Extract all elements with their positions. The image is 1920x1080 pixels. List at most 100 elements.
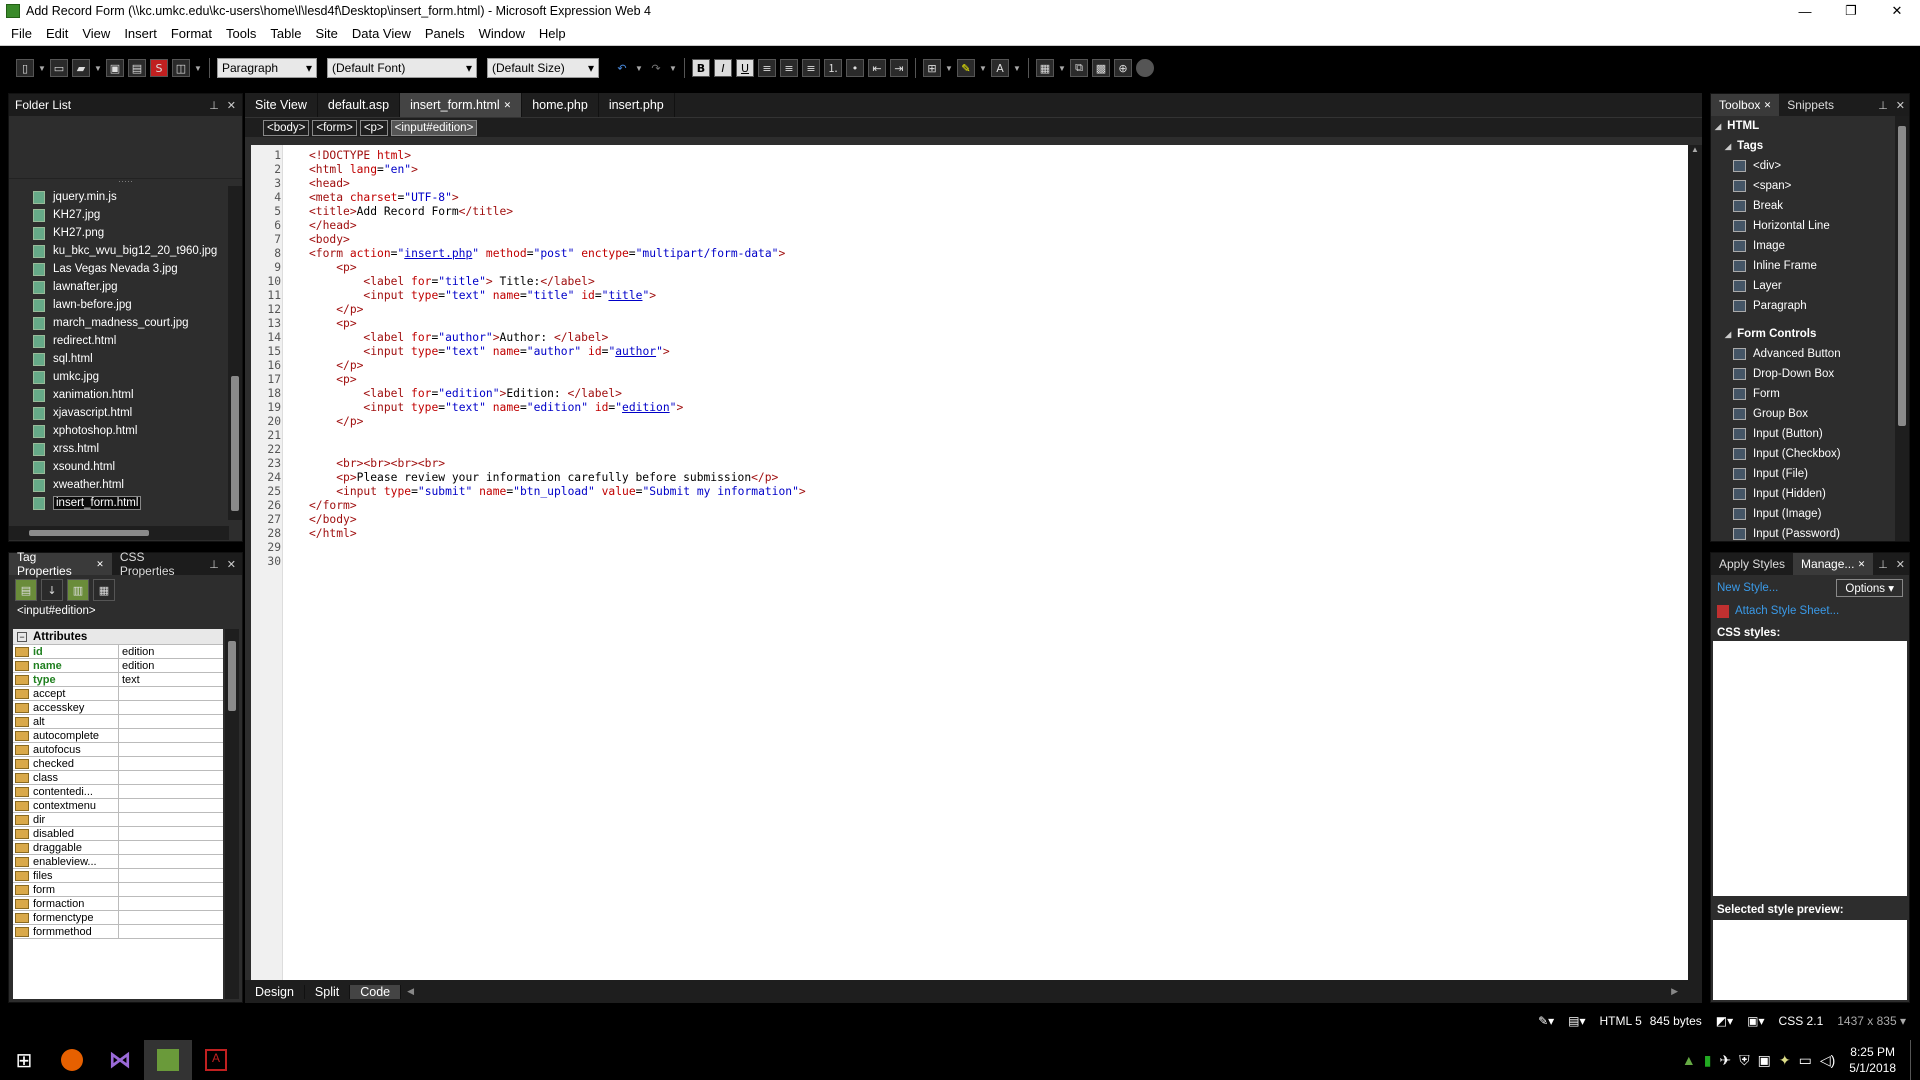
attribute-row[interactable]: formaction [13,896,223,911]
breadcrumb-p[interactable]: <p> [359,119,388,136]
new-page-icon[interactable]: ▯ [16,59,34,77]
doc-tab[interactable]: default.asp [318,93,401,117]
file-item[interactable]: xjavascript.html [9,404,229,422]
increase-indent-icon[interactable]: ⇥ [890,59,908,77]
insert-layer-icon[interactable]: ⧉ [1070,59,1088,77]
undo-icon[interactable]: ↶ [613,59,631,77]
menu-site[interactable]: Site [308,26,344,41]
doctype-status[interactable]: HTML 5 [1600,1014,1642,1028]
file-item[interactable]: sql.html [9,350,229,368]
menu-panels[interactable]: Panels [418,26,472,41]
toolbox-item[interactable]: Paragraph [1711,296,1909,316]
code-line[interactable]: 17 <p> [251,373,1451,387]
attribute-row[interactable]: autofocus [13,742,223,757]
schema-icon[interactable]: ▣▾ [1747,1014,1764,1028]
code-line[interactable]: 21 [251,429,1451,443]
attribute-row[interactable]: draggable [13,840,223,855]
attribute-row[interactable]: type text [13,672,223,687]
file-item[interactable]: xphotoshop.html [9,422,229,440]
menu-window[interactable]: Window [472,26,532,41]
css-styles-list[interactable] [1713,641,1907,896]
breadcrumb-input-edition[interactable]: <input#edition> [390,119,478,136]
file-item[interactable]: Las Vegas Nevada 3.jpg [9,260,229,278]
breadcrumb-body[interactable]: <body> [263,119,310,136]
close-icon[interactable]: ✕ [227,558,236,571]
toolbox-item[interactable]: Image [1711,236,1909,256]
volume-icon[interactable]: ◁) [1820,1052,1835,1069]
code-line[interactable]: 10 <label for="title"> Title:</label> [251,275,1451,289]
code-line[interactable]: 6 </head> [251,219,1451,233]
hscroll-thumb[interactable] [29,530,149,536]
font-color-dropdown-icon[interactable]: ▼ [1013,64,1021,73]
clock[interactable]: 8:25 PM 5/1/2018 [1849,1044,1896,1076]
pin-icon[interactable]: ⊥ [1878,99,1888,112]
size-select[interactable]: (Default Size) ▾ [487,58,599,78]
attach-style-sheet-link[interactable]: Attach Style Sheet... [1735,605,1839,617]
preview-icon[interactable]: ◫ [172,59,190,77]
underline-icon[interactable]: U [736,59,754,77]
code-line[interactable]: 27 </body> [251,513,1451,527]
redo-dropdown-icon[interactable]: ▼ [669,64,677,73]
toolbox-item[interactable]: Input (Checkbox) [1711,444,1909,464]
page-dimensions-status[interactable]: 1437 x 835 ▾ [1837,1014,1906,1028]
attributes-section[interactable]: − Attributes [13,629,223,645]
menu-file[interactable]: File [4,26,39,41]
font-select[interactable]: (Default Font) ▾ [327,58,477,78]
open-folder-icon[interactable]: ▰ [72,59,90,77]
font-color-icon[interactable]: A [991,59,1009,77]
code-line[interactable]: 20 </p> [251,415,1451,429]
scroll-up-icon[interactable]: ▲ [1688,145,1702,154]
options-button[interactable]: Options ▾ [1836,579,1903,597]
doc-tab[interactable]: Site View [245,93,318,117]
network-icon[interactable]: ▭ [1799,1052,1812,1069]
undo-dropdown-icon[interactable]: ▼ [635,64,643,73]
code-line[interactable]: 1 <!DOCTYPE html> [251,149,1451,163]
pin-icon[interactable]: ⊥ [209,99,219,112]
attribute-row[interactable]: alt [13,714,223,729]
scroll-left-icon[interactable]: ◀ [407,986,414,997]
style-application-icon[interactable]: ▤▾ [1568,1014,1585,1028]
attribute-row[interactable]: dir [13,812,223,827]
menu-format[interactable]: Format [164,26,219,41]
toolbox-html-group[interactable]: ◢ HTML [1711,116,1909,136]
toolbox-item[interactable]: Advanced Button [1711,344,1909,364]
toolbox-item[interactable]: Break [1711,196,1909,216]
code-line[interactable]: 4 <meta charset="UTF-8"> [251,191,1451,205]
redo-icon[interactable]: ↷ [647,59,665,77]
attribute-value[interactable]: edition [119,660,223,672]
attribute-value[interactable]: text [119,674,223,686]
scroll-right-icon[interactable]: ▶ [1671,986,1678,997]
doc-tab[interactable]: home.php [522,93,599,117]
table-dropdown-icon[interactable]: ▼ [1058,64,1066,73]
new-site-icon[interactable]: ▭ [50,59,68,77]
toolbox-item[interactable]: Input (Hidden) [1711,484,1909,504]
css-version-status[interactable]: CSS 2.1 [1779,1014,1824,1028]
code-line[interactable]: 28 </html> [251,527,1451,541]
collapse-icon[interactable]: − [17,631,27,642]
attribute-row[interactable]: accesskey [13,700,223,715]
tray-icon[interactable]: ▮ [1704,1052,1712,1069]
bold-icon[interactable]: B [692,59,710,77]
file-item[interactable]: xrss.html [9,440,229,458]
code-line[interactable]: 5 <title>Add Record Form</title> [251,205,1451,219]
categorized-icon[interactable]: ▤ [15,579,37,601]
file-item[interactable]: redirect.html [9,332,229,350]
view-design[interactable]: Design [245,984,305,999]
code-line[interactable]: 11 <input type="text" name="title" id="t… [251,289,1451,303]
open-dropdown-icon[interactable]: ▼ [94,64,102,73]
menu-view[interactable]: View [75,26,117,41]
view-code[interactable]: Code [350,984,402,999]
code-scrollbar[interactable]: ▲ [1688,145,1702,980]
maximize-button[interactable]: ❐ [1828,3,1874,19]
close-icon[interactable]: ✕ [227,99,236,112]
attribute-row[interactable]: form [13,882,223,897]
doc-tab[interactable]: insert.php [599,93,675,117]
menu-tools[interactable]: Tools [219,26,263,41]
preview-dropdown-icon[interactable]: ▼ [194,64,202,73]
toolbox-item[interactable]: Form [1711,384,1909,404]
tab-toolbox[interactable]: Toolbox ✕ [1711,94,1780,116]
taskbar-acrobat[interactable]: A [192,1040,240,1080]
tab-snippets[interactable]: Snippets [1779,94,1842,116]
code-line[interactable]: 25 <input type="submit" name="btn_upload… [251,485,1451,499]
code-line[interactable]: 30 [251,555,1451,569]
